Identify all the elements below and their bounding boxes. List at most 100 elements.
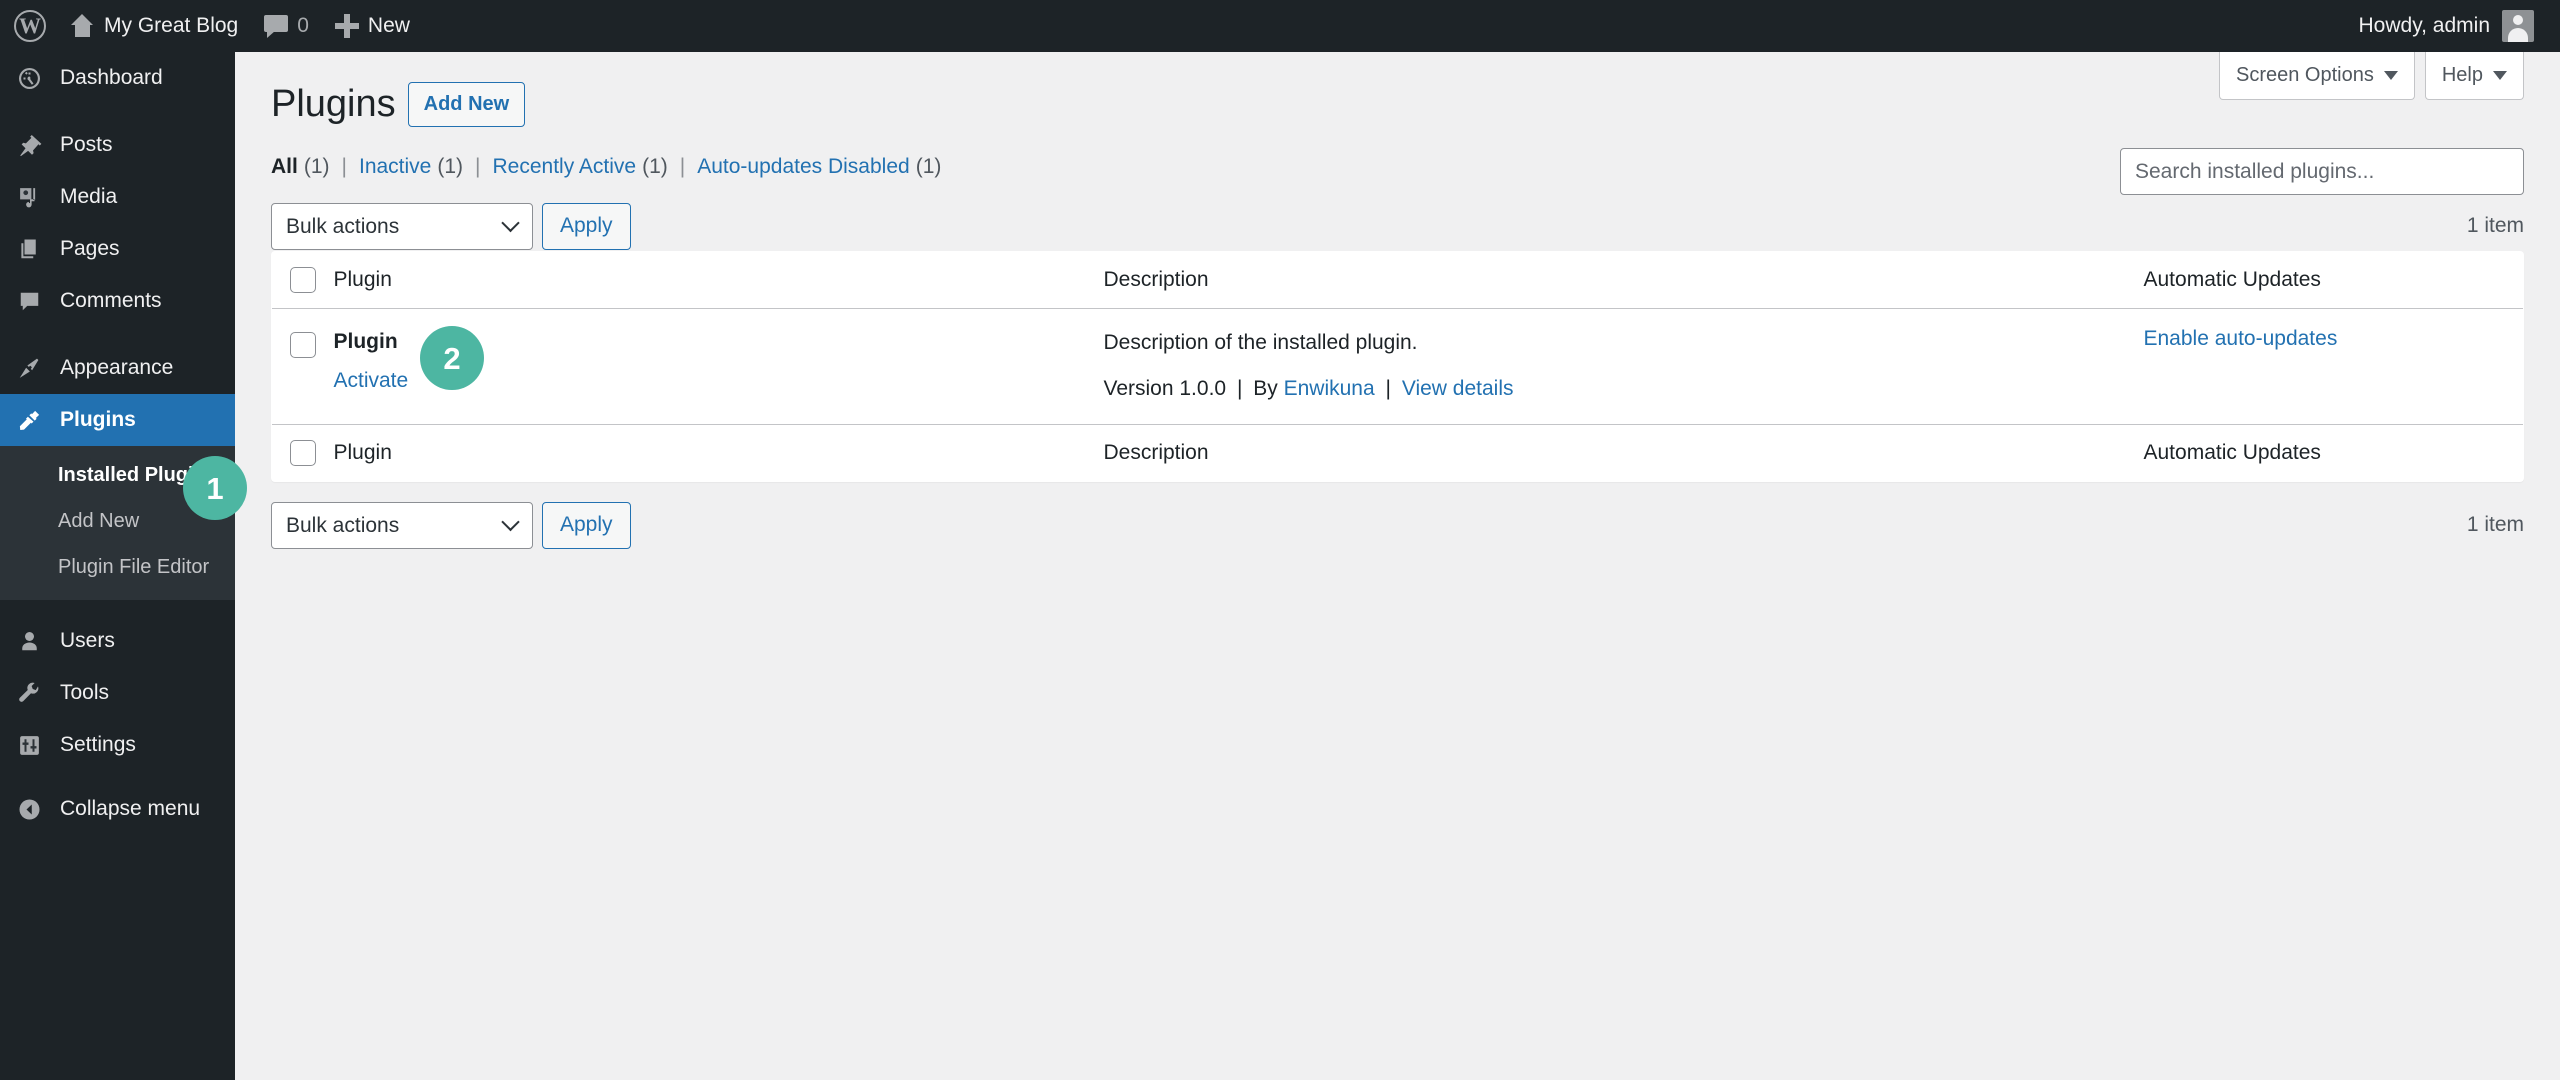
annotation-badge-2: 2 bbox=[420, 326, 484, 390]
comments-menu-item[interactable]: 0 bbox=[251, 0, 322, 52]
filter-auto-updates-disabled: Auto-updates Disabled (1) bbox=[697, 155, 941, 179]
admin-bar-right: Howdy, admin bbox=[2349, 0, 2560, 52]
plugin-author-link[interactable]: Enwikuna bbox=[1284, 377, 1375, 400]
row-checkbox[interactable] bbox=[290, 332, 316, 359]
table-footer-row: Plugin Description Automatic Updates bbox=[272, 424, 2523, 482]
sidebar-item-users[interactable]: Users bbox=[0, 615, 235, 667]
sidebar-item-dashboard[interactable]: Dashboard bbox=[0, 52, 235, 104]
howdy-label: Howdy, admin bbox=[2358, 14, 2491, 37]
tablenav-bottom: Bulk actions Apply 1 item bbox=[271, 500, 2524, 550]
sidebar-item-label: Settings bbox=[60, 733, 136, 756]
bulk-actions-select-wrap: Bulk actions bbox=[271, 202, 533, 250]
column-footer-automatic-updates: Automatic Updates bbox=[2143, 424, 2523, 482]
sidebar-item-pages[interactable]: Pages bbox=[0, 223, 235, 275]
filter-auto-updates-disabled-link[interactable]: Auto-updates Disabled bbox=[697, 155, 909, 179]
plug-icon bbox=[12, 408, 46, 433]
bulk-actions-select-wrap-bottom: Bulk actions bbox=[271, 501, 533, 549]
bulk-actions-select-bottom[interactable]: Bulk actions bbox=[271, 501, 533, 549]
plugin-description: Description of the installed plugin. bbox=[1103, 331, 1418, 355]
plus-icon bbox=[334, 14, 359, 38]
apply-button-top[interactable]: Apply bbox=[542, 202, 631, 250]
sidebar-item-posts[interactable]: Posts bbox=[0, 119, 235, 171]
select-all-footer bbox=[272, 424, 334, 482]
add-new-plugin-button[interactable]: Add New bbox=[407, 82, 526, 128]
filter-separator: | bbox=[341, 155, 347, 179]
filter-separator: | bbox=[679, 155, 686, 179]
filter-recently-active-link[interactable]: Recently Active bbox=[493, 155, 637, 179]
filter-inactive: Inactive (1) bbox=[359, 155, 463, 179]
column-header-description: Description bbox=[1103, 252, 2144, 310]
my-account-menu-item[interactable]: Howdy, admin bbox=[2349, 10, 2545, 42]
plugin-auto-updates-cell: Enable auto-updates bbox=[2143, 308, 2523, 425]
new-content-menu-item[interactable]: New bbox=[322, 0, 423, 52]
home-icon bbox=[69, 14, 95, 38]
sidebar-item-label: Plugins bbox=[60, 408, 136, 431]
plugins-table-body: Plugin Activate Description of the insta… bbox=[272, 308, 2523, 425]
select-all-header bbox=[272, 252, 334, 310]
search-box bbox=[2120, 148, 2524, 195]
meta-separator: | bbox=[1236, 376, 1243, 400]
dashboard-icon bbox=[12, 66, 46, 91]
column-header-automatic-updates: Automatic Updates bbox=[2143, 252, 2523, 310]
pages-icon bbox=[12, 237, 46, 262]
bulk-actions-select-top[interactable]: Bulk actions bbox=[271, 202, 533, 250]
filter-recently-active-count: (1) bbox=[642, 155, 668, 179]
filter-all-link[interactable]: All bbox=[271, 155, 298, 179]
row-select-cell bbox=[272, 308, 334, 425]
apply-button-bottom[interactable]: Apply bbox=[542, 501, 631, 549]
table-row: Plugin Activate Description of the insta… bbox=[272, 308, 2523, 425]
search-input[interactable] bbox=[2120, 148, 2524, 195]
pin-icon bbox=[12, 133, 46, 158]
new-label: New bbox=[367, 14, 410, 37]
admin-bar: W My Great Blog 0 New Howdy, admin bbox=[0, 0, 2560, 52]
screen-options-button[interactable]: Screen Options bbox=[2219, 52, 2415, 100]
wpbody: Screen Options Help Plugins Add New All … bbox=[235, 52, 2560, 550]
wordpress-logo-icon: W bbox=[14, 10, 46, 42]
admin-sidebar-menu: Dashboard Posts Media Pages Comments App… bbox=[0, 52, 235, 1080]
content-area: Screen Options Help Plugins Add New All … bbox=[235, 52, 2560, 1080]
column-footer-plugin: Plugin bbox=[333, 424, 1104, 482]
sidebar-item-media[interactable]: Media bbox=[0, 171, 235, 223]
help-label: Help bbox=[2441, 64, 2483, 86]
tablenav-top: Bulk actions Apply 1 item bbox=[271, 201, 2524, 251]
sidebar-item-settings[interactable]: Settings bbox=[0, 719, 235, 771]
column-header-plugin: Plugin bbox=[333, 252, 1104, 310]
plugin-version: Version 1.0.0 bbox=[1103, 376, 1227, 400]
wp-logo-menu-item[interactable]: W bbox=[0, 0, 56, 52]
sidebar-item-plugin-file-editor[interactable]: Plugin File Editor bbox=[0, 544, 235, 590]
sidebar-item-label: Appearance bbox=[60, 356, 174, 379]
sidebar-item-label: Comments bbox=[60, 289, 162, 312]
help-button[interactable]: Help bbox=[2424, 52, 2524, 100]
comments-count: 0 bbox=[297, 14, 309, 37]
sliders-icon bbox=[12, 733, 46, 758]
plugins-table-head: Plugin Description Automatic Updates bbox=[272, 252, 2523, 310]
sidebar-item-appearance[interactable]: Appearance bbox=[0, 342, 235, 394]
comment-bubble-icon bbox=[12, 289, 46, 314]
plugins-table: Plugin Description Automatic Updates Plu… bbox=[271, 251, 2524, 483]
filter-auto-updates-disabled-count: (1) bbox=[915, 155, 942, 179]
annotation-badge-1: 1 bbox=[183, 456, 247, 520]
sidebar-item-label: Users bbox=[60, 629, 115, 652]
plugin-by-label: By bbox=[1253, 376, 1278, 400]
screen-meta-links: Screen Options Help bbox=[2219, 52, 2524, 100]
sidebar-item-label: Media bbox=[60, 185, 118, 208]
activate-link[interactable]: Activate bbox=[334, 369, 409, 392]
sidebar-item-tools[interactable]: Tools bbox=[0, 667, 235, 719]
filter-all: All (1) bbox=[271, 155, 330, 179]
collapse-menu-button[interactable]: Collapse menu bbox=[0, 783, 235, 835]
meta-separator: | bbox=[1385, 376, 1391, 400]
sidebar-item-label: Dashboard bbox=[60, 66, 163, 89]
filter-recently-active: Recently Active (1) bbox=[493, 155, 668, 179]
sidebar-item-plugins[interactable]: Plugins bbox=[0, 394, 235, 446]
site-name-menu-item[interactable]: My Great Blog bbox=[56, 0, 251, 52]
paintbrush-icon bbox=[12, 356, 46, 381]
plugins-table-foot: Plugin Description Automatic Updates bbox=[272, 424, 2523, 482]
sidebar-item-comments[interactable]: Comments bbox=[0, 275, 235, 327]
select-all-checkbox-bottom[interactable] bbox=[290, 440, 316, 467]
screen-options-label: Screen Options bbox=[2236, 64, 2374, 86]
comment-bubble-icon bbox=[264, 15, 289, 38]
select-all-checkbox-top[interactable] bbox=[290, 267, 316, 294]
view-details-link[interactable]: View details bbox=[1402, 377, 1514, 400]
enable-auto-updates-link[interactable]: Enable auto-updates bbox=[2144, 327, 2338, 350]
filter-inactive-link[interactable]: Inactive bbox=[359, 155, 431, 179]
